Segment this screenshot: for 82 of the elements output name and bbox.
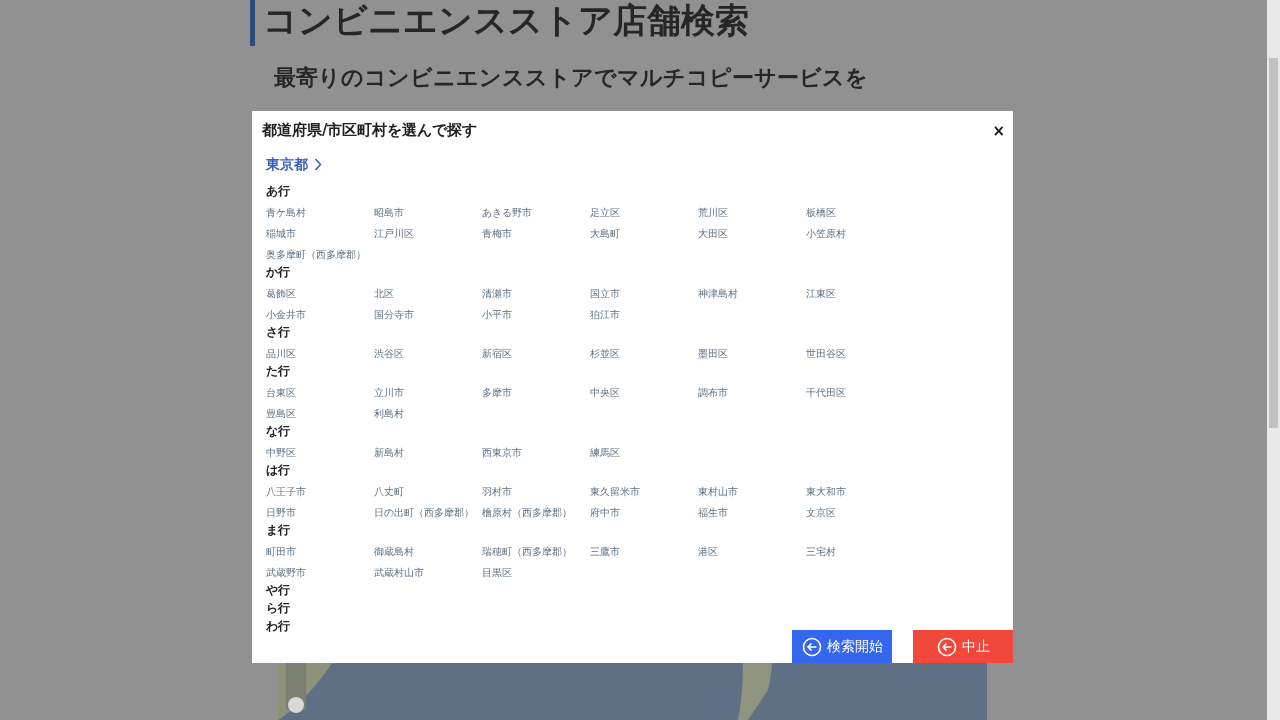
city-link[interactable]: 世田谷区 [806,348,846,359]
city-link[interactable]: 檜原村（西多摩郡） [482,507,572,518]
city-link[interactable]: 奥多摩町（西多摩郡） [266,249,366,260]
city-link[interactable]: 小金井市 [266,309,306,320]
city-link[interactable]: 利島村 [374,408,404,419]
city-link[interactable]: 小笠原村 [806,228,846,239]
city-link[interactable]: 葛飾区 [266,288,296,299]
city-link[interactable]: 小平市 [482,309,512,320]
city-link[interactable]: 八王子市 [266,486,306,497]
city-link[interactable]: 神津島村 [698,288,738,299]
scrollbar-thumb[interactable] [1269,58,1278,428]
group-heading: ら行 [266,600,290,617]
city-link[interactable]: 荒川区 [698,207,728,218]
city-link[interactable]: 瑞穂町（西多摩郡） [482,546,572,557]
city-link[interactable]: 調布市 [698,387,728,398]
city-link[interactable]: 目黒区 [482,567,512,578]
city-link[interactable]: 練馬区 [590,447,620,458]
group-heading: た行 [266,363,290,380]
search-button[interactable]: 検索開始 [792,630,892,663]
city-link[interactable]: 御蔵島村 [374,546,414,557]
city-link[interactable]: 三宅村 [806,546,836,557]
city-link[interactable]: 八丈町 [374,486,404,497]
city-link[interactable]: 日の出町（西多摩郡） [374,507,474,518]
group-heading: あ行 [266,183,290,200]
city-link[interactable]: 府中市 [590,507,620,518]
city-link[interactable]: 千代田区 [806,387,846,398]
city-link[interactable]: 立川市 [374,387,404,398]
city-link[interactable]: 台東区 [266,387,296,398]
group-heading: わ行 [266,618,290,635]
city-link[interactable]: 板橋区 [806,207,836,218]
city-link[interactable]: 大島町 [590,228,620,239]
city-link[interactable]: 武蔵村山市 [374,567,424,578]
city-link[interactable]: 日野市 [266,507,296,518]
chevron-right-icon [314,158,322,171]
group-heading: な行 [266,423,290,440]
city-link[interactable]: 墨田区 [698,348,728,359]
city-link[interactable]: あきる野市 [482,207,532,218]
cancel-button[interactable]: 中止 [913,630,1013,663]
group-heading: や行 [266,582,290,599]
city-link[interactable]: 青梅市 [482,228,512,239]
city-link[interactable]: 東大和市 [806,486,846,497]
city-link[interactable]: 江戸川区 [374,228,414,239]
city-link[interactable]: 文京区 [806,507,836,518]
city-link[interactable]: 三鷹市 [590,546,620,557]
city-link[interactable]: 杉並区 [590,348,620,359]
city-link[interactable]: 大田区 [698,228,728,239]
city-link[interactable]: 新島村 [374,447,404,458]
city-link[interactable]: 福生市 [698,507,728,518]
city-link[interactable]: 港区 [698,546,718,557]
page-title: コンビニエンスストア店舗検索 [250,0,990,46]
city-link[interactable]: 中野区 [266,447,296,458]
city-link[interactable]: 国立市 [590,288,620,299]
city-link[interactable]: 渋谷区 [374,348,404,359]
group-heading: か行 [266,264,290,281]
close-button[interactable]: × [990,123,1007,139]
city-link[interactable]: 武蔵野市 [266,567,306,578]
city-link[interactable]: 青ケ島村 [266,207,306,218]
city-link[interactable]: 新宿区 [482,348,512,359]
city-link[interactable]: 北区 [374,288,394,299]
city-link[interactable]: 江東区 [806,288,836,299]
dialog-title: 都道府県/市区町村を選んで探す [262,121,478,139]
city-link[interactable]: 稲城市 [266,228,296,239]
group-heading: さ行 [266,324,290,341]
prefecture-link[interactable]: 東京都 [266,154,322,175]
city-link[interactable]: 国分寺市 [374,309,414,320]
city-link[interactable]: 町田市 [266,546,296,557]
city-link[interactable]: 東久留米市 [590,486,640,497]
city-link[interactable]: 狛江市 [590,309,620,320]
city-link[interactable]: 足立区 [590,207,620,218]
group-heading: ま行 [266,522,290,539]
city-link[interactable]: 品川区 [266,348,296,359]
city-link[interactable]: 豊島区 [266,408,296,419]
city-link[interactable]: 西東京市 [482,447,522,458]
city-link[interactable]: 清瀬市 [482,288,512,299]
scrollbar[interactable] [1267,0,1280,720]
city-link[interactable]: 中央区 [590,387,620,398]
group-heading: は行 [266,462,290,479]
subtitle-line: 最寄りのコンビニエンスストアでマルチコピーサービスを [274,64,869,92]
city-link[interactable]: 昭島市 [374,207,404,218]
city-link[interactable]: 東村山市 [698,486,738,497]
city-link[interactable]: 羽村市 [482,486,512,497]
city-link[interactable]: 多摩市 [482,387,512,398]
